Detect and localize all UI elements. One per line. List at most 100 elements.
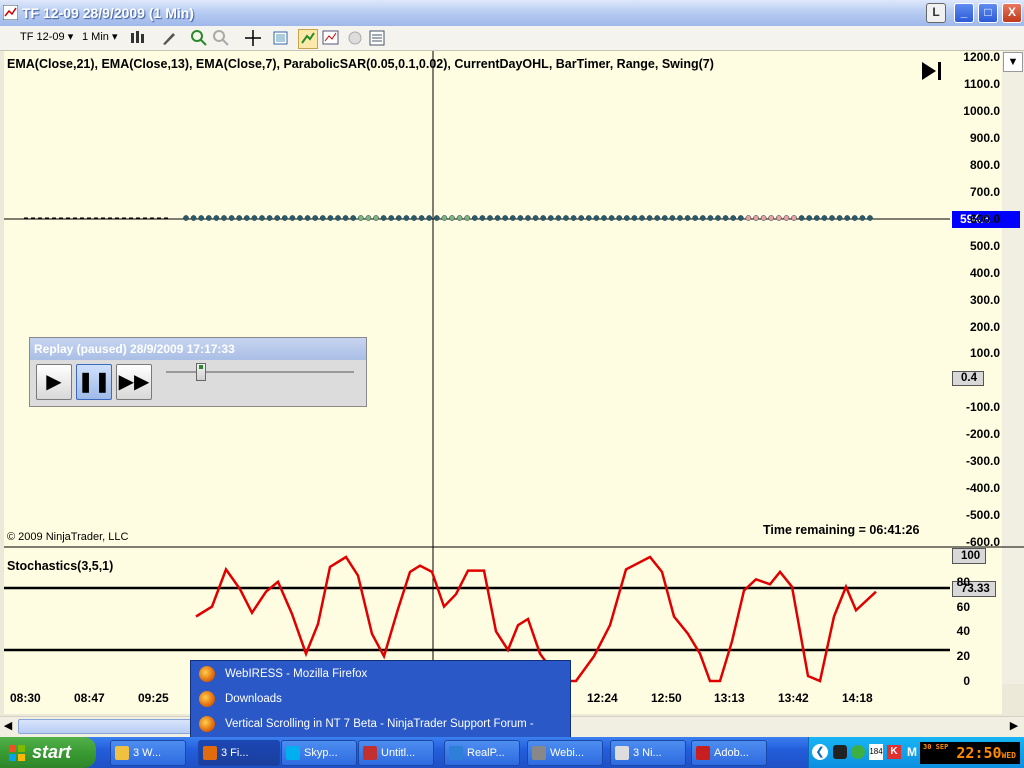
- price-bar-marker: [791, 215, 797, 221]
- price-bar-marker: [677, 215, 683, 221]
- price-bar-marker: [532, 215, 539, 221]
- price-bar-marker: [190, 215, 197, 221]
- replay-slider[interactable]: [195, 363, 206, 381]
- start-button[interactable]: start: [0, 737, 96, 768]
- taskbar-button[interactable]: Webi...: [527, 740, 603, 766]
- price-tick-label: 1200.0: [963, 50, 1000, 64]
- price-bar-marker: [281, 215, 288, 221]
- price-tick-label: 100.0: [969, 346, 1000, 361]
- price-tick-label: 800.0: [969, 157, 1000, 172]
- tray-app-icon[interactable]: [833, 745, 847, 759]
- tray-k-icon[interactable]: K: [887, 745, 901, 759]
- clock[interactable]: 30 SEP 22:50WED: [920, 742, 1020, 764]
- price-bar-marker: [730, 215, 737, 221]
- price-bar-marker: [494, 215, 501, 221]
- price-tick-label: -100.0: [965, 400, 1000, 415]
- price-tick-label: 1100.0: [963, 76, 1000, 91]
- taskbar-button[interactable]: Untitl...: [358, 740, 434, 766]
- price-bar-marker: [418, 215, 425, 221]
- price-bar-marker: [585, 215, 592, 221]
- tray-m-icon[interactable]: M: [905, 745, 919, 759]
- pause-button[interactable]: ❚❚: [76, 364, 112, 400]
- fast-forward-button[interactable]: ▶▶: [116, 364, 152, 400]
- stoch-tick-label: 0: [963, 674, 970, 688]
- price-bar-marker: [851, 215, 858, 221]
- price-bar-marker: [517, 215, 524, 221]
- scroll-left-icon[interactable]: ◀: [0, 718, 16, 735]
- price-bar-marker: [654, 215, 661, 221]
- taskbar-button-label: Adob...: [714, 747, 749, 759]
- stoch-tick-label: 20: [956, 649, 970, 664]
- replay-title: Replay (paused) 28/9/2009 17:17:33: [30, 338, 366, 360]
- price-bar-marker: [403, 215, 410, 221]
- start-label: start: [32, 742, 72, 762]
- price-bar-marker: [555, 215, 562, 221]
- taskbar-button[interactable]: 3 Ni...: [610, 740, 686, 766]
- menu-item-downloads[interactable]: Downloads: [195, 687, 566, 711]
- tray-status-icon[interactable]: [851, 745, 865, 759]
- price-bar-marker: [251, 215, 258, 221]
- taskbar-button-label: Untitl...: [381, 747, 416, 759]
- price-bar-marker: [737, 215, 744, 221]
- price-bar-marker: [198, 215, 205, 221]
- clock-time: 22:50: [956, 744, 1002, 762]
- price-bar-marker: [487, 215, 493, 221]
- menu-item-webiress[interactable]: WebIRESS - Mozilla Firefox: [195, 662, 566, 686]
- price-bar-marker: [236, 215, 243, 221]
- price-tick-label: 700.0: [969, 184, 1000, 199]
- flag-value-tag: 0.4: [952, 371, 984, 386]
- price-bar-marker: [661, 215, 668, 221]
- taskbar-button-label: RealP...: [467, 747, 505, 759]
- taskbar-button[interactable]: Adob...: [691, 740, 767, 766]
- price-bar-marker: [608, 215, 615, 221]
- price-tick-label: -500.0: [965, 508, 1000, 523]
- price-bar-marker: [601, 215, 607, 221]
- price-bar-marker: [623, 215, 630, 221]
- price-tick-label: 400.0: [969, 265, 1000, 280]
- price-bar-marker: [213, 215, 220, 221]
- price-bar-marker: [327, 215, 334, 221]
- price-bar-marker: [707, 215, 714, 221]
- windows-logo-icon: [9, 745, 25, 761]
- stoch-tick-label: 80: [956, 574, 970, 589]
- scroll-right-icon[interactable]: ▶: [1006, 718, 1022, 735]
- price-bar-marker: [183, 215, 189, 221]
- tray-badge[interactable]: 184: [869, 744, 883, 760]
- taskbar-button[interactable]: RealP...: [444, 740, 520, 766]
- price-bar-marker: [479, 215, 486, 221]
- price-bar-marker: [669, 215, 676, 221]
- price-bar-marker: [760, 215, 767, 221]
- menu-item-ninjatrader-forum[interactable]: Vertical Scrolling in NT 7 Beta - NinjaT…: [195, 712, 566, 754]
- price-bar-marker: [813, 215, 820, 221]
- price-bar-marker: [570, 215, 577, 221]
- price-bar-marker: [753, 215, 759, 221]
- taskbar-button[interactable]: 3 W...: [110, 740, 186, 766]
- price-bar-marker: [540, 215, 547, 221]
- price-bar-marker: [449, 215, 455, 221]
- tray-expand-icon[interactable]: ❮: [812, 744, 828, 760]
- price-bar-marker: [441, 215, 448, 221]
- time-tick-label: 12:50: [651, 691, 682, 705]
- clock-weekday: WED: [1001, 751, 1016, 760]
- taskbar-button-label: Webi...: [550, 747, 585, 759]
- price-bar-marker: [859, 215, 866, 221]
- firefox-icon: [199, 716, 215, 732]
- price-tick-label: -400.0: [965, 481, 1000, 496]
- price-bar-marker: [426, 215, 433, 221]
- play-button[interactable]: ▶: [36, 364, 72, 400]
- price-bar-marker: [297, 215, 303, 221]
- price-tick-label: -300.0: [965, 454, 1000, 469]
- price-bar-marker: [471, 215, 478, 221]
- taskbar-app-icon: [363, 746, 377, 760]
- price-bar-marker: [205, 215, 212, 221]
- price-bar-marker: [319, 215, 326, 221]
- price-bar-marker: [646, 215, 653, 221]
- taskbar-button[interactable]: 3 Fi...: [198, 740, 280, 766]
- go-to-end-icon[interactable]: [920, 60, 944, 82]
- price-bar-marker: [266, 215, 273, 221]
- price-bar-marker: [563, 215, 569, 221]
- price-bar-marker: [639, 215, 645, 221]
- price-bar-marker: [312, 215, 319, 221]
- taskbar-button[interactable]: Skyp...: [281, 740, 357, 766]
- scroll-thumb[interactable]: [18, 719, 198, 734]
